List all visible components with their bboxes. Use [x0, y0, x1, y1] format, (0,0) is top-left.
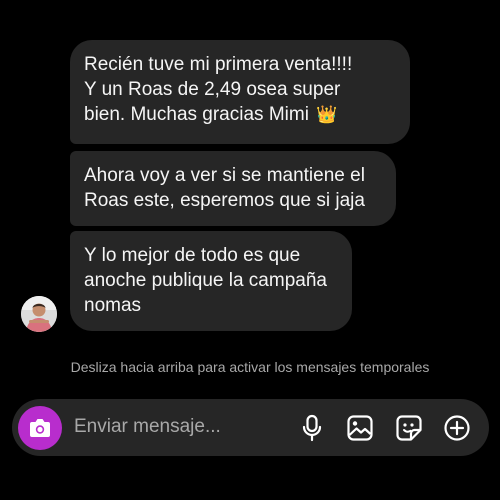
message-line: anoche publique la campaña [84, 270, 327, 291]
message-text: bien. Muchas gracias Mimi [84, 104, 309, 125]
message-line: Roas este, esperemos que si jaja [84, 190, 365, 211]
plus-icon [444, 415, 470, 441]
add-button[interactable] [442, 413, 472, 443]
message-line: Y un Roas de 2,49 osea super [84, 79, 341, 100]
disappearing-messages-hint: Desliza hacia arriba para activar los me… [70, 359, 430, 375]
crown-emoji: 👑 [316, 105, 338, 124]
message-line: bien. Muchas gracias Mimi 👑 [84, 102, 396, 127]
message-line: Y lo mejor de todo es que [84, 245, 301, 266]
microphone-icon [302, 414, 322, 442]
message-line: Recién tuve mi primera venta!!!! [84, 54, 353, 75]
sticker-icon [396, 415, 422, 441]
sender-avatar[interactable] [21, 296, 57, 332]
message-bubble[interactable]: Y lo mejor de todo es que anoche publiqu… [70, 231, 352, 331]
message-input[interactable]: Enviar mensaje... [74, 416, 221, 438]
message-line: nomas [84, 295, 142, 316]
sticker-button[interactable] [394, 413, 424, 443]
microphone-button[interactable] [297, 413, 327, 443]
gallery-icon [347, 415, 373, 441]
message-bubble[interactable]: Ahora voy a ver si se mantiene el Roas e… [70, 151, 396, 226]
person-photo-icon [21, 296, 57, 332]
message-composer: Enviar mensaje... [12, 399, 489, 456]
message-bubble[interactable]: Recién tuve mi primera venta!!!! Y un Ro… [70, 40, 410, 144]
camera-icon [30, 419, 50, 437]
message-line: Ahora voy a ver si se mantiene el [84, 165, 365, 186]
gallery-button[interactable] [345, 413, 375, 443]
camera-button[interactable] [18, 406, 62, 450]
